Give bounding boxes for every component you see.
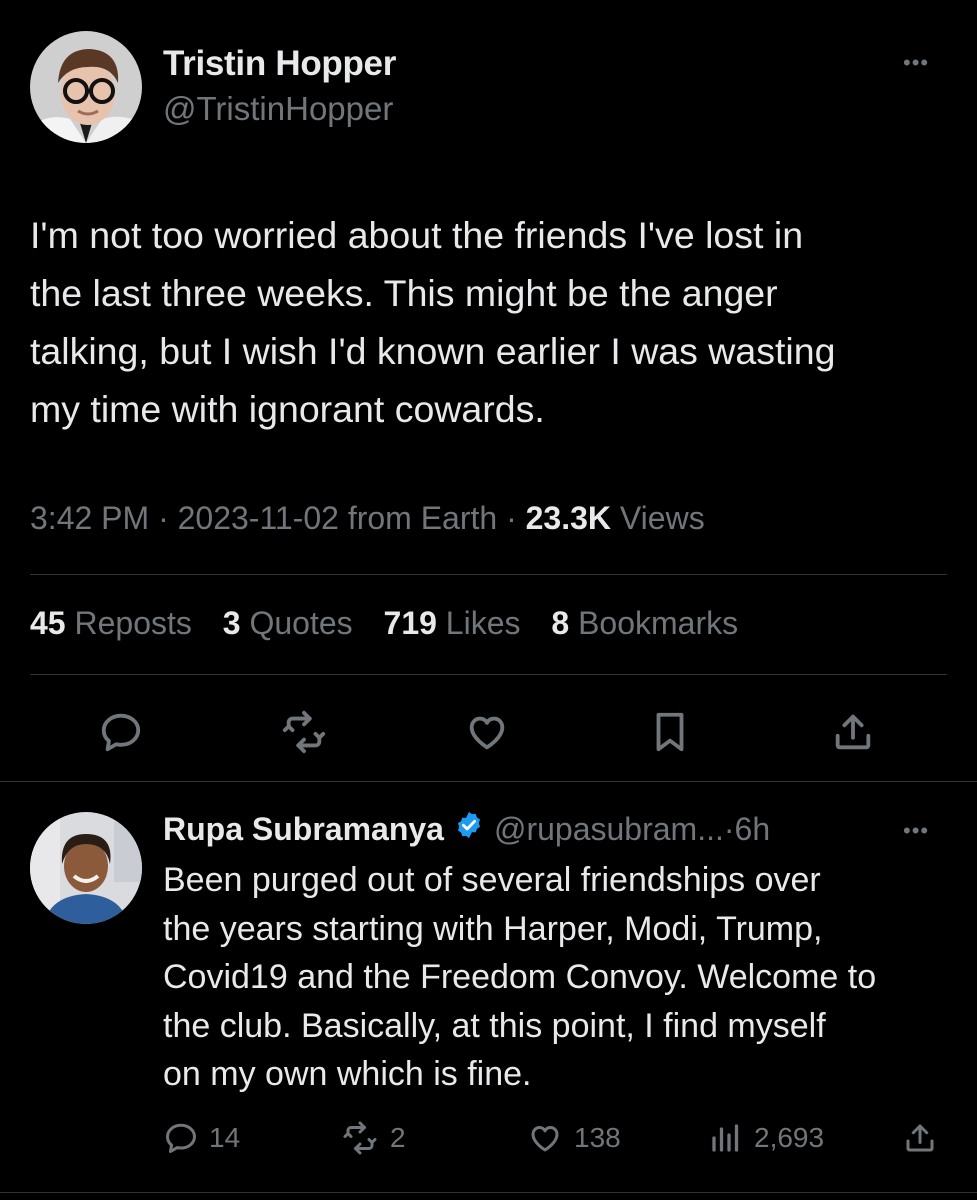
tweet-text-line: the last three weeks. This might be the … <box>30 272 778 314</box>
reply-text-line: Been purged out of several friendships o… <box>163 861 821 899</box>
divider <box>30 574 947 575</box>
reply-header: Rupa Subramanya @rupasubram... · 6h <box>163 810 770 848</box>
reply-age[interactable]: 6h <box>735 811 771 848</box>
reply-icon <box>166 1123 196 1153</box>
reply-share-button[interactable] <box>902 1118 948 1158</box>
share-icon <box>906 1124 934 1152</box>
reposts-stat[interactable]: 45 Reposts <box>30 605 192 641</box>
reply-like-button[interactable]: 138 <box>526 1118 621 1158</box>
reply-text-line: the club. Basically, at this point, I fi… <box>163 1006 826 1045</box>
author-avatar[interactable] <box>30 31 142 143</box>
like-icon <box>531 1126 559 1152</box>
share-button[interactable] <box>828 705 878 759</box>
likes-stat[interactable]: 719 Likes <box>384 605 521 641</box>
bookmarks-stat[interactable]: 8 Bookmarks <box>551 605 738 641</box>
tweet-location: from Earth <box>347 500 498 536</box>
reply-text: Been purged out of several friendships o… <box>163 856 963 1099</box>
repost-button[interactable] <box>279 705 329 759</box>
divider <box>0 781 977 782</box>
quotes-stat[interactable]: 3 Quotes <box>223 605 353 641</box>
tweet-time[interactable]: 3:42 PM <box>30 500 149 536</box>
reply-replies-count: 14 <box>209 1122 241 1153</box>
more-options-icon[interactable]: ••• <box>903 50 929 76</box>
like-icon <box>469 716 505 750</box>
tweet-text: I'm not too worried about the friends I'… <box>30 206 960 438</box>
like-button[interactable] <box>462 705 512 759</box>
divider <box>0 1192 977 1193</box>
reply-views-count: 2,693 <box>754 1122 825 1153</box>
divider <box>30 674 947 675</box>
tweet-text-line: talking, but I wish I'd known earlier I … <box>30 330 836 372</box>
reply-author-handle[interactable]: @rupasubram... <box>494 811 724 848</box>
reply-replies-button[interactable]: 14 <box>163 1118 240 1158</box>
author-name[interactable]: Tristin Hopper <box>163 44 396 84</box>
reply-author-name[interactable]: Rupa Subramanya <box>163 811 444 848</box>
views-label: Views <box>619 500 705 536</box>
reply-icon <box>101 713 141 752</box>
engagement-stats: 45 Reposts 3 Quotes 719 Likes 8 Bookmark… <box>30 605 760 642</box>
reply-text-line: the years starting with Harper, Modi, Tr… <box>163 909 823 948</box>
views-count: 23.3K <box>525 500 612 536</box>
tweet-text-line: my time with ignorant cowards. <box>30 388 545 430</box>
separator: · <box>158 500 178 536</box>
reply-text-line: Covid19 and the Freedom Convoy. Welcome … <box>163 958 877 996</box>
reply-repost-button[interactable]: 2 <box>340 1118 406 1158</box>
verified-badge-icon <box>454 810 484 848</box>
tweet-meta: 3:42 PM · 2023-11-02 from Earth · 23.3K … <box>30 500 705 537</box>
repost-icon <box>343 1121 377 1155</box>
author-handle[interactable]: @TristinHopper <box>163 90 393 128</box>
reply-text-line: on my own which is fine. <box>163 1055 532 1093</box>
reply-views-button[interactable]: 2,693 <box>708 1118 824 1158</box>
reply-button[interactable] <box>96 705 146 759</box>
repost-icon <box>282 710 326 754</box>
separator: · <box>506 500 526 536</box>
bookmark-icon <box>656 712 684 752</box>
share-icon <box>835 714 871 750</box>
bookmark-button[interactable] <box>645 705 695 759</box>
views-icon <box>712 1124 739 1152</box>
reply-repost-count: 2 <box>390 1122 406 1153</box>
reply-more-options-icon[interactable]: ••• <box>903 818 929 844</box>
reply-author-avatar[interactable] <box>30 812 142 924</box>
tweet-date[interactable]: 2023-11-02 <box>178 500 339 536</box>
reply-like-count: 138 <box>574 1122 621 1153</box>
separator: · <box>723 810 735 847</box>
tweet-text-line: I'm not too worried about the friends I'… <box>30 214 804 256</box>
